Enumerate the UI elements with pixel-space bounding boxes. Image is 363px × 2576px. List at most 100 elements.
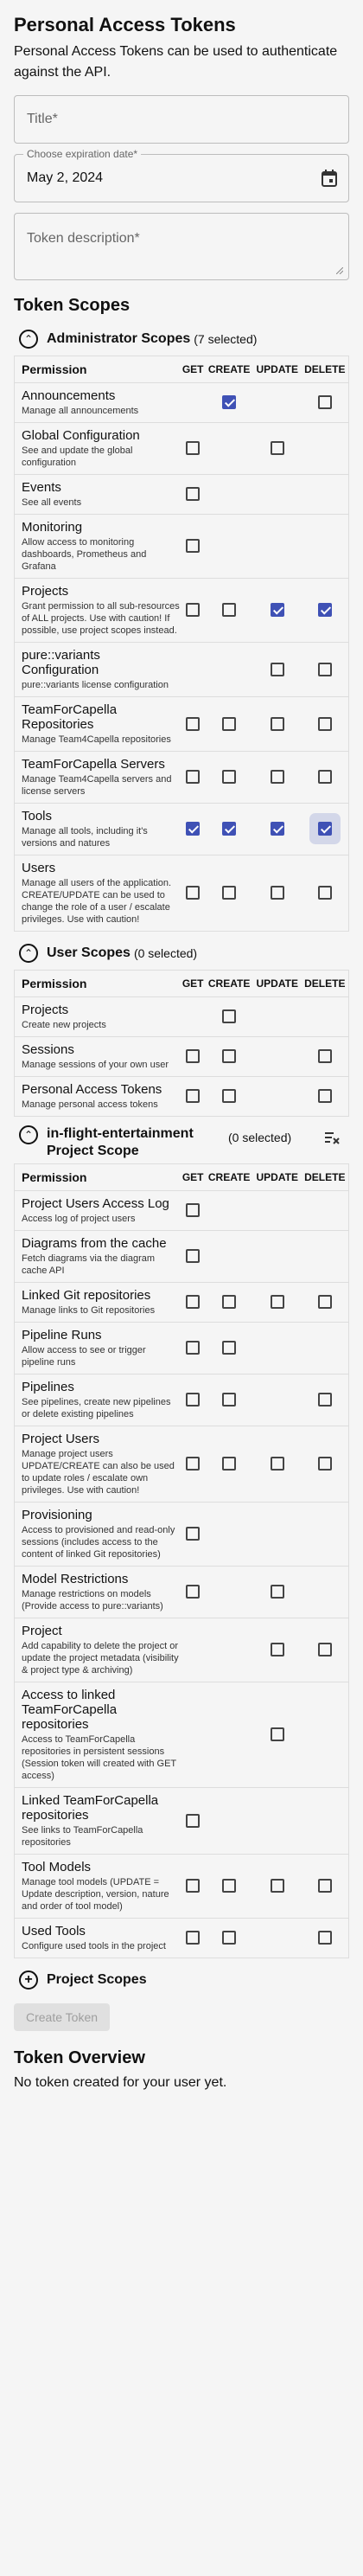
checkbox-delete[interactable] — [317, 1049, 332, 1064]
checkbox-delete[interactable] — [317, 770, 332, 785]
checkbox-create[interactable] — [222, 1009, 237, 1024]
checkbox-create[interactable] — [222, 1341, 237, 1355]
token-description-input[interactable]: Token description* — [14, 213, 349, 280]
checkbox-delete[interactable] — [317, 1931, 332, 1945]
checkbox-get[interactable] — [186, 603, 201, 618]
checkbox-update[interactable] — [270, 1643, 284, 1657]
permission-description: Manage all users of the application. CRE… — [22, 878, 172, 925]
expiration-value: May 2, 2024 — [27, 170, 104, 185]
checkbox-update[interactable] — [270, 1295, 284, 1310]
checkbox-delete[interactable] — [317, 886, 332, 900]
checkbox-get[interactable] — [186, 1049, 201, 1064]
resize-handle-icon[interactable] — [336, 267, 343, 274]
checkbox-update[interactable] — [270, 1585, 284, 1599]
checkbox-delete[interactable] — [317, 395, 332, 410]
checkbox-get[interactable] — [186, 1813, 201, 1828]
cell-get — [181, 642, 206, 697]
checkbox-get[interactable] — [186, 1879, 201, 1894]
checkbox-create[interactable] — [222, 1393, 237, 1407]
permission-cell: Projects Create new projects — [14, 996, 181, 1037]
checkbox-delete[interactable] — [317, 1643, 332, 1657]
checkbox-delete[interactable] — [317, 662, 332, 676]
checkbox-delete[interactable] — [317, 603, 332, 618]
user-scopes-count: (0 selected) — [133, 946, 198, 960]
checkbox-get[interactable] — [186, 1585, 201, 1599]
checkbox-update[interactable] — [270, 716, 284, 731]
checkbox-update[interactable] — [270, 886, 284, 900]
checkbox-update[interactable] — [270, 603, 284, 618]
project-scope-toggle[interactable]: ⌃ in-flight-entertainment Project Scope … — [14, 1125, 349, 1160]
checkbox-create[interactable] — [222, 1089, 237, 1104]
cell-get — [181, 1566, 206, 1618]
checkbox-delete[interactable] — [317, 1295, 332, 1310]
checkbox-update[interactable] — [270, 822, 284, 836]
checkbox-create[interactable] — [222, 603, 237, 618]
checkbox-get[interactable] — [186, 1249, 201, 1264]
checkbox-create[interactable] — [222, 770, 237, 785]
cell-get — [181, 1374, 206, 1426]
checkbox-create[interactable] — [222, 1457, 237, 1471]
checkbox-delete[interactable] — [317, 1393, 332, 1407]
checkbox-create[interactable] — [222, 822, 237, 836]
checkbox-get[interactable] — [186, 1393, 201, 1407]
checkbox-get[interactable] — [186, 1341, 201, 1355]
table-row: TeamForCapella Servers Manage Team4Capell… — [14, 751, 349, 804]
checkbox-update[interactable] — [270, 441, 284, 456]
table-row: Access to linked TeamForCapella reposito… — [14, 1682, 349, 1788]
checkbox-get[interactable] — [186, 1527, 201, 1541]
checkbox-get[interactable] — [186, 441, 201, 456]
checkbox-delete[interactable] — [317, 1879, 332, 1894]
checkbox-update[interactable] — [270, 662, 284, 676]
checkbox-create[interactable] — [222, 886, 237, 900]
checkbox-create[interactable] — [222, 1295, 237, 1310]
checkbox-get[interactable] — [186, 1457, 201, 1471]
checkbox-get[interactable] — [186, 1089, 201, 1104]
table-row: Users Manage all users of the application… — [14, 855, 349, 932]
checkbox-create[interactable] — [222, 716, 237, 731]
permission-cell: Personal Access Tokens Manage personal ac… — [14, 1076, 181, 1117]
permission-description: Access to provisioned and read-only sess… — [22, 1525, 175, 1560]
checkbox-get[interactable] — [186, 886, 201, 900]
checkbox-get[interactable] — [186, 1295, 201, 1310]
cell-update — [252, 1918, 302, 1958]
cell-get — [181, 382, 206, 423]
add-project-scopes-button[interactable]: + Project Scopes — [14, 1967, 349, 1993]
permission-cell: Linked Git repositories Manage links to G… — [14, 1282, 181, 1323]
checkbox-get[interactable] — [186, 539, 201, 554]
permission-description: Manage sessions of your own user — [22, 1060, 169, 1070]
checkbox-create[interactable] — [222, 395, 237, 410]
checkbox-get[interactable] — [186, 487, 201, 502]
cell-get — [181, 696, 206, 752]
checkbox-update[interactable] — [270, 1879, 284, 1894]
checkbox-delete[interactable] — [317, 1457, 332, 1471]
checkbox-get[interactable] — [186, 770, 201, 785]
checkbox-get[interactable] — [186, 822, 201, 836]
checkbox-get[interactable] — [186, 716, 201, 731]
cell-update — [252, 1502, 302, 1567]
checkbox-create[interactable] — [222, 1049, 237, 1064]
calendar-icon[interactable] — [321, 169, 338, 188]
checkbox-delete[interactable] — [317, 716, 332, 731]
checkbox-get[interactable] — [186, 1203, 201, 1218]
table-row: pure::variants Configuration pure::varian… — [14, 642, 349, 697]
checkbox-delete[interactable] — [317, 1089, 332, 1104]
checkbox-create[interactable] — [222, 1931, 237, 1945]
column-header-update: UPDATE — [252, 1163, 302, 1191]
expiration-date-field[interactable]: Choose expiration date* May 2, 2024 — [14, 148, 349, 202]
create-token-button[interactable]: Create Token — [14, 2003, 111, 2031]
checkbox-update[interactable] — [270, 1727, 284, 1742]
cell-update — [252, 1787, 302, 1855]
title-input[interactable]: Title* — [14, 95, 349, 144]
cell-delete — [301, 1076, 349, 1117]
cell-create — [205, 1854, 253, 1919]
permission-name: Linked TeamForCapella repositories — [22, 1793, 159, 1823]
checkbox-update[interactable] — [270, 1457, 284, 1471]
user-scopes-toggle[interactable]: ⌃ User Scopes (0 selected) — [14, 940, 349, 966]
cell-get — [181, 578, 206, 643]
admin-scopes-toggle[interactable]: ⌃ Administrator Scopes (7 selected) — [14, 326, 349, 352]
checkbox-create[interactable] — [222, 1879, 237, 1894]
checkbox-delete[interactable] — [317, 822, 332, 836]
checkbox-update[interactable] — [270, 770, 284, 785]
checkbox-get[interactable] — [186, 1931, 201, 1945]
clear-project-scope-icon[interactable] — [323, 1129, 341, 1146]
